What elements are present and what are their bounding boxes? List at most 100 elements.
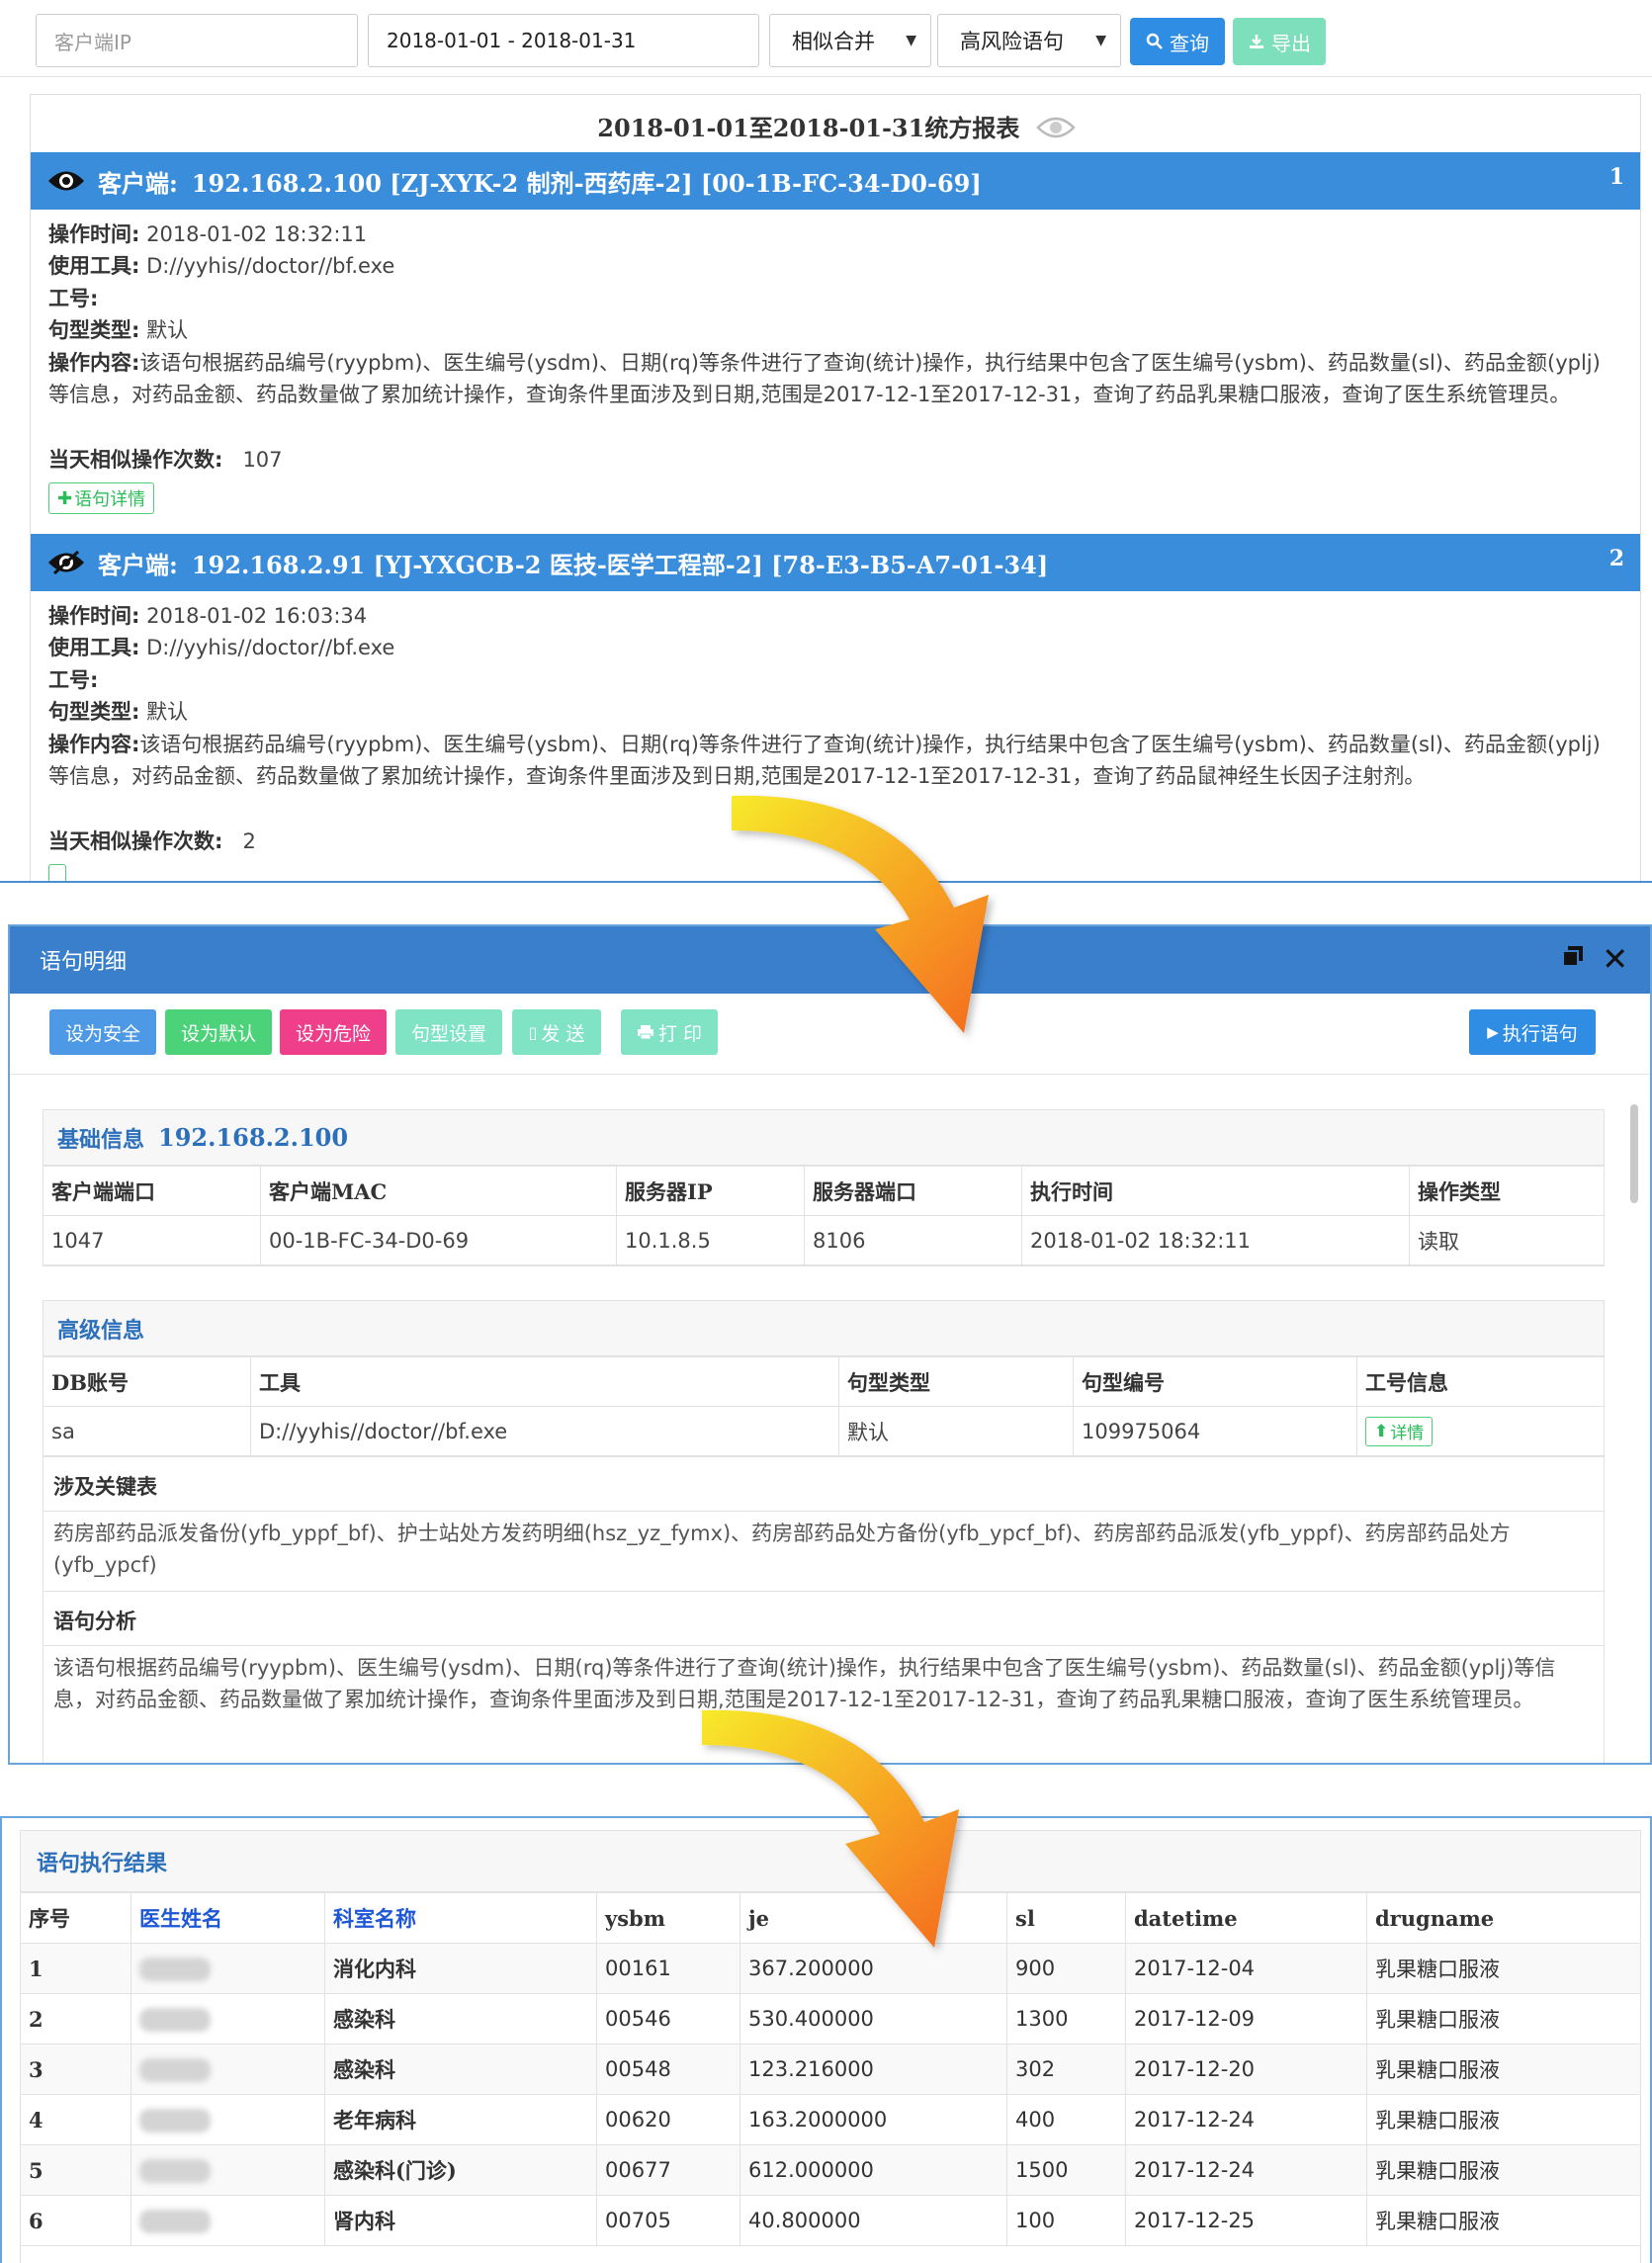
table-cell: 2017-12-04: [1125, 1943, 1367, 1994]
op-content-value: 该语句根据药品编号(ryypbm)、医生编号(ysdm)、日期(rq)等条件进行…: [48, 351, 1601, 406]
table-cell: 6: [20, 2195, 131, 2246]
plus-icon: ✚: [57, 487, 73, 509]
dept-name-cell: 老年病科: [324, 2094, 597, 2145]
report-title: 2018-01-01至2018-01-31统方报表: [31, 109, 1640, 145]
redacted-name: [139, 2007, 211, 2032]
op-time-row: 操作时间: 2018-01-02 18:32:11: [48, 218, 1620, 250]
sentence-type-label: 句型类型:: [48, 700, 140, 724]
sentence-setting-button[interactable]: 句型设置: [395, 1009, 502, 1055]
table-cell: 163.2000000: [739, 2094, 1007, 2145]
doctor-name-cell: [130, 2144, 325, 2196]
tool-value: D://yyhis//doctor//bf.exe: [146, 636, 395, 659]
table-cell: 00161: [596, 1943, 740, 1994]
table-row: sa D://yyhis//doctor//bf.exe 默认 10997506…: [43, 1406, 1605, 1456]
table-cell: 109975064: [1073, 1406, 1357, 1456]
date-range-input[interactable]: 2018-01-01 - 2018-01-31: [368, 14, 759, 67]
table-header: datetime: [1125, 1892, 1367, 1944]
similar-count-row: 当天相似操作次数: 2: [48, 826, 1620, 857]
dialog-title: 语句明细: [40, 950, 128, 975]
risk-select[interactable]: 高风险语句 ▼: [937, 14, 1121, 67]
set-danger-button[interactable]: 设为危险: [280, 1009, 387, 1055]
sentence-analysis-text: 该语句根据药品编号(ryypbm)、医生编号(ysdm)、日期(rq)等条件进行…: [43, 1645, 1604, 1725]
execution-result-container: 语句执行结果 序号 医生姓名 科室名称 ysbm je sl datetime …: [20, 1830, 1641, 2263]
client-info: 192.168.2.100 [ZJ-XYK-2 制剂-西药库-2] [00-1B…: [191, 168, 982, 198]
basic-info-heading: 基础信息: [57, 1126, 145, 1153]
table-cell: 1300: [1006, 1993, 1126, 2045]
eye-icon[interactable]: [1035, 116, 1076, 145]
print-button[interactable]: 打 印: [621, 1009, 718, 1055]
table-cell: 00705: [596, 2195, 740, 2246]
client-label: 客户端:: [98, 168, 178, 198]
table-cell: 1500: [1006, 2144, 1126, 2196]
table-cell: 00548: [596, 2044, 740, 2095]
table-cell: 367.200000: [739, 1943, 1007, 1994]
table-cell: 1047: [43, 1215, 261, 1265]
table-header-row: 客户端端口 客户端MAC 服务器IP 服务器端口 执行时间 操作类型: [43, 1166, 1605, 1216]
redacted-name: [139, 2057, 211, 2082]
table-cell: 900: [1006, 1943, 1126, 1994]
eye-slash-icon[interactable]: [46, 550, 86, 575]
set-safe-button[interactable]: 设为安全: [49, 1009, 156, 1055]
query-button[interactable]: 查询: [1130, 18, 1225, 65]
key-tables-text: 药房部药品派发备份(yfb_yppf_bf)、护士站处方发药明细(hsz_yz_…: [43, 1511, 1604, 1591]
table-header: sl: [1006, 1892, 1126, 1944]
execution-result-title: 语句执行结果: [21, 1831, 1640, 1892]
table-cell: 乳果糖口服液: [1366, 1943, 1641, 1994]
tool-label: 使用工具:: [48, 636, 140, 659]
doctor-name-header[interactable]: 医生姓名: [130, 1892, 325, 1944]
dept-name-header[interactable]: 科室名称: [324, 1892, 597, 1944]
table-cell: 2018-01-02 18:32:11: [1021, 1215, 1410, 1265]
tool-label: 使用工具:: [48, 254, 140, 278]
table-cell: 2017-12-09: [1125, 1993, 1367, 2045]
job-detail-label: 详情: [1390, 1424, 1425, 1443]
maximize-icon[interactable]: [1561, 944, 1585, 975]
merge-select[interactable]: 相似合并 ▼: [769, 14, 931, 67]
op-content-value: 该语句根据药品编号(ryypbm)、医生编号(ysbm)、日期(rq)等条件进行…: [48, 733, 1601, 788]
similar-count-value: 107: [242, 448, 283, 472]
sentence-detail-button[interactable]: ✚ 语句详情: [48, 482, 155, 514]
table-cell: 2017-12-25: [1125, 2195, 1367, 2246]
table-header: je: [739, 1892, 1007, 1944]
table-header-row: DB账号 工具 句型类型 句型编号 工号信息: [43, 1356, 1605, 1407]
client-ip-input[interactable]: 客户端IP: [36, 14, 358, 67]
dialog-header: 语句明细 ✕: [10, 926, 1650, 994]
report-title-text: 2018-01-01至2018-01-31统方报表: [597, 114, 1020, 142]
table-cell: ⬆ 详情: [1356, 1406, 1605, 1456]
advanced-info-heading: 高级信息: [57, 1317, 145, 1344]
table-header: 客户端端口: [43, 1166, 261, 1216]
close-icon[interactable]: ✕: [1602, 940, 1628, 978]
job-no-row: 工号:: [48, 283, 1620, 314]
scrollbar-thumb[interactable]: [1630, 1104, 1638, 1203]
record-index: 2: [1609, 546, 1624, 571]
doctor-name-cell: [130, 2094, 325, 2145]
dept-name-cell: 感染科(门诊): [324, 2144, 597, 2196]
table-row: 2 感染科 00546 530.400000 1300 2017-12-09 乳果糖口服液: [20, 1993, 1641, 2045]
export-button[interactable]: 导出: [1233, 18, 1326, 65]
table-cell: 302: [1006, 2044, 1126, 2095]
client-header-2: 客户端: 192.168.2.91 [YJ-YXGCB-2 医技-医学工程部-2…: [31, 534, 1640, 591]
execute-sentence-button[interactable]: ▶ 执行语句: [1469, 1009, 1596, 1055]
table-header: 执行时间: [1021, 1166, 1410, 1216]
result-body: 1 消化内科 00161 367.200000 900 2017-12-04 乳果糖口服液 2…: [20, 1943, 1641, 2246]
query-label: 查询: [1170, 31, 1209, 55]
table-header: 句型编号: [1073, 1356, 1357, 1407]
op-time-value: 2018-01-02 16:03:34: [146, 604, 368, 628]
set-default-button[interactable]: 设为默认: [165, 1009, 272, 1055]
basic-info-title: 基础信息 192.168.2.100: [43, 1110, 1604, 1166]
sentence-detail-button[interactable]: [48, 864, 66, 881]
merge-select-value: 相似合并: [792, 30, 875, 53]
table-cell: 2017-12-24: [1125, 2144, 1367, 2196]
table-cell: 2017-12-20: [1125, 2044, 1367, 2095]
table-cell: 1: [20, 1943, 131, 1994]
job-detail-button[interactable]: ⬆ 详情: [1365, 1416, 1434, 1446]
table-cell: 4: [20, 2094, 131, 2145]
basic-info-ip: 192.168.2.100: [158, 1123, 349, 1152]
basic-info-section: 基础信息 192.168.2.100 客户端端口 客户端MAC 服务器IP 服务…: [43, 1109, 1605, 1266]
table-cell: 400: [1006, 2094, 1126, 2145]
table-header: 工号信息: [1356, 1356, 1605, 1407]
eye-icon[interactable]: [46, 168, 86, 194]
sentence-type-label: 句型类型:: [48, 318, 140, 342]
basic-info-table: 客户端端口 客户端MAC 服务器IP 服务器端口 执行时间 操作类型 1047 …: [43, 1166, 1605, 1265]
send-button[interactable]: ▯ 发 送: [512, 1009, 601, 1055]
arrow-up-icon: ⬆: [1374, 1421, 1389, 1441]
